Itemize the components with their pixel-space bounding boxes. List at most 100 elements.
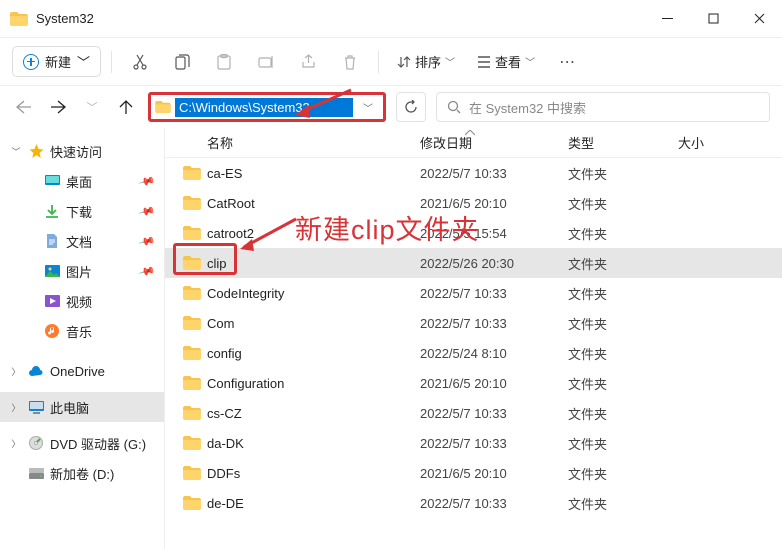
table-row[interactable]: config2022/5/24 8:10文件夹 [165,338,782,368]
back-button[interactable] [12,95,36,119]
search-box[interactable]: 在 System32 中搜索 [436,92,770,122]
table-row[interactable]: clip2022/5/26 20:30文件夹 [165,248,782,278]
sidebar-downloads[interactable]: 下载📌 [0,196,164,226]
navigation-row: ﹀ C:\Windows\System32 ﹀ 在 System32 中搜索 [0,86,782,128]
pin-icon: 📌 [138,232,156,250]
file-name: de-DE [207,496,420,511]
file-name: ca-ES [207,166,420,181]
sort-button[interactable]: 排序 ﹀ [389,47,463,76]
up-button[interactable] [114,95,138,119]
search-placeholder: 在 System32 中搜索 [469,98,586,117]
video-icon [44,293,60,309]
desktop-icon [44,173,60,189]
sidebar-onedrive[interactable]: 〉OneDrive [0,356,164,386]
table-row[interactable]: catroot22022/5/5 15:54文件夹 [165,218,782,248]
recent-button[interactable]: ﹀ [80,95,104,119]
file-date: 2022/5/7 10:33 [420,436,568,451]
table-row[interactable]: DDFs2021/6/5 20:10文件夹 [165,458,782,488]
file-name: catroot2 [207,226,420,241]
file-name: config [207,346,420,361]
sidebar-pictures[interactable]: 图片📌 [0,256,164,286]
rename-button[interactable] [248,46,284,78]
maximize-button[interactable] [690,0,736,37]
cloud-icon [28,363,44,379]
copy-button[interactable] [164,46,200,78]
chevron-down-icon: ﹀ [445,54,455,69]
sidebar-desktop[interactable]: 桌面📌 [0,166,164,196]
new-label: 新建 [45,52,71,71]
file-date: 2022/5/5 15:54 [420,226,568,241]
chevron-down-icon: ﹀ [77,52,90,71]
sidebar-quick-access[interactable]: ﹀ 快速访问 [0,136,164,166]
col-size[interactable]: 大小 [678,133,738,152]
pin-icon: 📌 [138,262,156,280]
file-type: 文件夹 [568,254,678,273]
sidebar-dvd[interactable]: 〉DVD 驱动器 (G:) [0,428,164,458]
pc-icon [28,399,44,415]
chevron-right-icon: 〉 [10,365,22,378]
sort-indicator-icon [465,130,475,136]
plus-icon [23,54,39,70]
file-date: 2022/5/24 8:10 [420,346,568,361]
window-title: System32 [36,11,644,26]
refresh-button[interactable] [396,92,426,122]
more-button[interactable]: ⋯ [549,46,585,78]
file-date: 2021/6/5 20:10 [420,376,568,391]
sidebar: ﹀ 快速访问 桌面📌 下载📌 文档📌 图片📌 视频 音乐 〉OneDrive 〉… [0,128,165,549]
chevron-down-icon[interactable]: ﹀ [353,100,383,115]
col-type[interactable]: 类型 [568,133,678,152]
sidebar-volume[interactable]: 新加卷 (D:) [0,458,164,488]
address-bar[interactable]: C:\Windows\System32 ﹀ [148,92,386,122]
table-row[interactable]: Configuration2021/6/5 20:10文件夹 [165,368,782,398]
picture-icon [44,263,60,279]
table-row[interactable]: CatRoot2021/6/5 20:10文件夹 [165,188,782,218]
file-type: 文件夹 [568,494,678,513]
file-type: 文件夹 [568,404,678,423]
drive-icon [28,465,44,481]
pin-icon: 📌 [138,202,156,220]
table-row[interactable]: cs-CZ2022/5/7 10:33文件夹 [165,398,782,428]
file-date: 2022/5/7 10:33 [420,406,568,421]
table-row[interactable]: CodeIntegrity2022/5/7 10:33文件夹 [165,278,782,308]
file-name: CatRoot [207,196,420,211]
delete-button[interactable] [332,46,368,78]
minimize-button[interactable] [644,0,690,37]
new-button[interactable]: 新建 ﹀ [12,46,101,77]
sidebar-thispc[interactable]: 〉此电脑 [0,392,164,422]
document-icon [44,233,60,249]
chevron-right-icon: 〉 [10,401,22,414]
file-name: Configuration [207,376,420,391]
table-row[interactable]: da-DK2022/5/7 10:33文件夹 [165,428,782,458]
file-date: 2022/5/7 10:33 [420,286,568,301]
close-button[interactable] [736,0,782,37]
file-name: clip [207,256,420,271]
chevron-down-icon: ﹀ [525,54,535,69]
folder-icon [10,12,28,26]
table-row[interactable]: ca-ES2022/5/7 10:33文件夹 [165,158,782,188]
music-icon [44,323,60,339]
col-date[interactable]: 修改日期 [420,133,568,152]
file-type: 文件夹 [568,164,678,183]
sidebar-documents[interactable]: 文档📌 [0,226,164,256]
file-type: 文件夹 [568,374,678,393]
file-type: 文件夹 [568,344,678,363]
file-date: 2021/6/5 20:10 [420,196,568,211]
paste-button[interactable] [206,46,242,78]
file-name: DDFs [207,466,420,481]
file-type: 文件夹 [568,464,678,483]
table-row[interactable]: de-DE2022/5/7 10:33文件夹 [165,488,782,518]
chevron-right-icon: 〉 [10,437,22,450]
sidebar-music[interactable]: 音乐 [0,316,164,346]
view-button[interactable]: 查看 ﹀ [469,47,543,76]
sidebar-videos[interactable]: 视频 [0,286,164,316]
address-text: C:\Windows\System32 [175,98,353,117]
chevron-down-icon: ﹀ [10,145,22,158]
cut-button[interactable] [122,46,158,78]
table-row[interactable]: Com2022/5/7 10:33文件夹 [165,308,782,338]
col-name[interactable]: 名称 [165,133,420,152]
file-name: CodeIntegrity [207,286,420,301]
file-type: 文件夹 [568,314,678,333]
file-type: 文件夹 [568,284,678,303]
forward-button[interactable] [46,95,70,119]
share-button[interactable] [290,46,326,78]
